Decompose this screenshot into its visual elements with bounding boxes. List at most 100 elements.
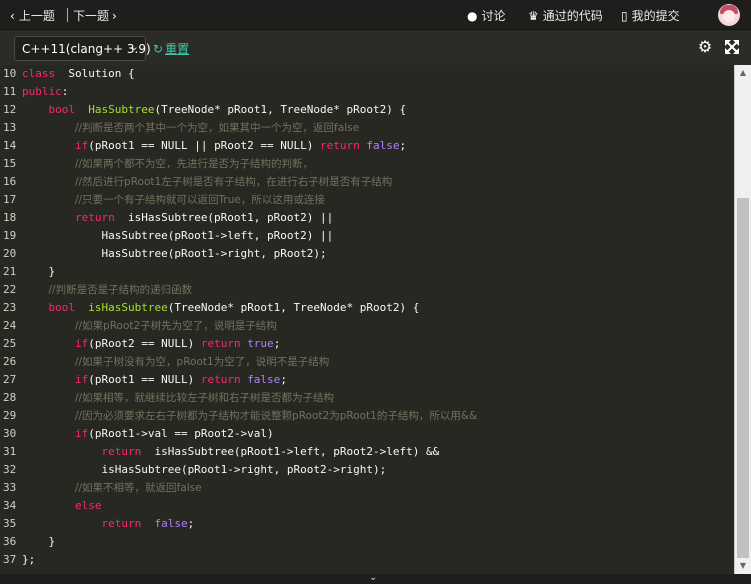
code-line[interactable]: 18 return isHasSubtree(pRoot1, pRoot2) |… <box>0 209 734 227</box>
code-text: return isHasSubtree(pRoot1->left, pRoot2… <box>22 443 439 461</box>
code-token: //如果不相等，就返回false <box>74 482 202 494</box>
code-line[interactable]: 24 //如果pRoot2子树先为空了，说明是子结构 <box>0 317 734 335</box>
line-number: 10 <box>3 67 17 80</box>
code-line[interactable]: 33 //如果不相等，就返回false <box>0 479 734 497</box>
code-token: Solution { <box>61 67 135 80</box>
line-number: 13 <box>3 121 17 134</box>
code-line[interactable]: 37}; <box>0 551 734 569</box>
code-token: //因为必须要求左右子树都为子结构才能说整颗pRoot2为pRoot1的子结构，… <box>74 410 478 422</box>
line-number: 14 <box>3 139 17 152</box>
discuss-link[interactable]: ● 讨论 <box>467 7 506 24</box>
code-text: } <box>22 263 55 281</box>
code-line[interactable]: 34 else <box>0 497 734 515</box>
passed-code-link[interactable]: ♛ 通过的代码 <box>528 7 603 24</box>
code-text: //判断是否是子结构的递归函数 <box>22 281 193 299</box>
line-number: 30 <box>3 427 17 440</box>
code-text: class Solution { <box>22 65 135 83</box>
code-token: if <box>74 337 89 350</box>
code-token: //如果两个都不为空，先进行是否为子结构的判断， <box>74 158 314 170</box>
code-line[interactable]: 31 return isHasSubtree(pRoot1->left, pRo… <box>0 443 734 461</box>
code-token: //如果子树没有为空，pRoot1为空了，说明不是子结构 <box>74 356 330 368</box>
code-line[interactable]: 16 //然后进行pRoot1左子树是否有子结构，在进行右子树是否有子结构 <box>0 173 734 191</box>
resize-bar[interactable]: ⌄ <box>0 572 751 584</box>
code-line[interactable]: 14 if(pRoot1 == NULL || pRoot2 == NULL) … <box>0 137 734 155</box>
code-line[interactable]: 30 if(pRoot1->val == pRoot2->val) <box>0 425 734 443</box>
code-token: return <box>200 373 248 386</box>
code-line[interactable]: 20 HasSubtree(pRoot1->right, pRoot2); <box>0 245 734 263</box>
code-line[interactable]: 10 class Solution { <box>0 65 734 83</box>
code-text: //如果相等，就继续比较左子树和右子树是否都为子结构 <box>22 389 334 407</box>
code-token: isHasSubtree(pRoot1->right, pRoot2->righ… <box>22 463 387 476</box>
code-line[interactable]: 32 isHasSubtree(pRoot1->right, pRoot2->r… <box>0 461 734 479</box>
vertical-scrollbar[interactable]: ▲ ▼ <box>734 65 751 574</box>
code-token: if <box>74 427 89 440</box>
code-line[interactable]: 23 bool isHasSubtree(TreeNode* pRoot1, T… <box>0 299 734 317</box>
code-line[interactable]: 28 //如果相等，就继续比较左子树和右子树是否都为子结构 <box>0 389 734 407</box>
code-line[interactable]: 27 if(pRoot1 == NULL) return false; <box>0 371 734 389</box>
code-token: false <box>247 373 281 386</box>
code-token: }; <box>22 553 36 566</box>
code-token: ; <box>187 517 195 530</box>
line-number: 32 <box>3 463 17 476</box>
code-text: if(pRoot1 == NULL) return false; <box>22 371 287 389</box>
code-line[interactable]: 13 //判断是否两个其中一个为空，如果其中一个为空，返回false <box>0 119 734 137</box>
scroll-up-arrow-icon[interactable]: ▲ <box>735 65 751 81</box>
language-select[interactable]: C++11(clang++ 3.9) ⌄ <box>14 36 151 61</box>
code-token: HasSubtree(pRoot1->right, pRoot2); <box>22 247 327 260</box>
code-line[interactable]: 12 bool HasSubtree(TreeNode* pRoot1, Tre… <box>0 101 734 119</box>
code-text: if(pRoot2 == NULL) return true; <box>22 335 280 353</box>
code-line[interactable]: 26 //如果子树没有为空，pRoot1为空了，说明不是子结构 <box>0 353 734 371</box>
reset-button[interactable]: ↻ 重置 <box>153 40 189 57</box>
code-line[interactable]: 35 return false; <box>0 515 734 533</box>
code-token: bool <box>48 103 82 116</box>
code-editor[interactable]: 10 class Solution {11 public: 12 bool HasSu… <box>0 65 751 574</box>
gear-icon[interactable]: ⚙ <box>697 39 713 55</box>
code-token: ; <box>280 373 287 386</box>
scroll-down-arrow-icon[interactable]: ▼ <box>735 558 751 574</box>
document-icon: ▯ <box>621 8 628 23</box>
line-number: 27 <box>3 373 17 386</box>
code-line[interactable]: 36 } <box>0 533 734 551</box>
fullscreen-icon[interactable] <box>724 39 740 55</box>
code-token: ; <box>273 337 281 350</box>
prev-problem-link[interactable]: ‹ 上一题 <box>10 7 55 24</box>
code-token: (pRoot2 == NULL) <box>88 337 201 350</box>
top-nav-bar: ‹ 上一题 下一题 › ● 讨论 ♛ 通过的代码 ▯ 我的提交 <box>0 0 751 30</box>
code-text: if(pRoot1->val == pRoot2->val) <box>22 425 274 443</box>
code-line[interactable]: 21 } <box>0 263 734 281</box>
code-token: public <box>22 85 62 98</box>
code-line[interactable]: 29 //因为必须要求左右子树都为子结构才能说整颗pRoot2为pRoot1的子… <box>0 407 734 425</box>
scrollbar-thumb[interactable] <box>737 198 749 558</box>
code-line[interactable]: 22 //判断是否是子结构的递归函数 <box>0 281 734 299</box>
avatar[interactable] <box>718 4 740 26</box>
code-line[interactable]: 19 HasSubtree(pRoot1->left, pRoot2) || <box>0 227 734 245</box>
code-token: (pRoot1 == NULL) <box>88 373 201 386</box>
code-text: } <box>22 533 55 551</box>
line-number: 17 <box>3 193 17 206</box>
line-number: 15 <box>3 157 17 170</box>
code-line[interactable]: 25 if(pRoot2 == NULL) return true; <box>0 335 734 353</box>
code-token: return <box>101 517 148 530</box>
my-submissions-link[interactable]: ▯ 我的提交 <box>621 7 680 24</box>
next-problem-link[interactable]: 下一题 › <box>73 7 117 24</box>
code-line[interactable]: 17 //只要一个有子结构就可以返回True，所以这用或连接 <box>0 191 734 209</box>
prev-problem-label: 上一题 <box>18 9 55 23</box>
code-text: bool isHasSubtree(TreeNode* pRoot1, Tree… <box>22 299 420 317</box>
code-line[interactable]: 15 //如果两个都不为空，先进行是否为子结构的判断， <box>0 155 734 173</box>
line-number: 21 <box>3 265 17 278</box>
code-text: //如果不相等，就返回false <box>22 479 202 497</box>
refresh-icon: ↻ <box>153 41 164 56</box>
code-token: } <box>22 535 56 548</box>
code-line[interactable]: 11 public: <box>0 83 734 101</box>
line-number: 22 <box>3 283 17 296</box>
line-number: 36 <box>3 535 17 548</box>
next-problem-label: 下一题 <box>73 9 110 23</box>
